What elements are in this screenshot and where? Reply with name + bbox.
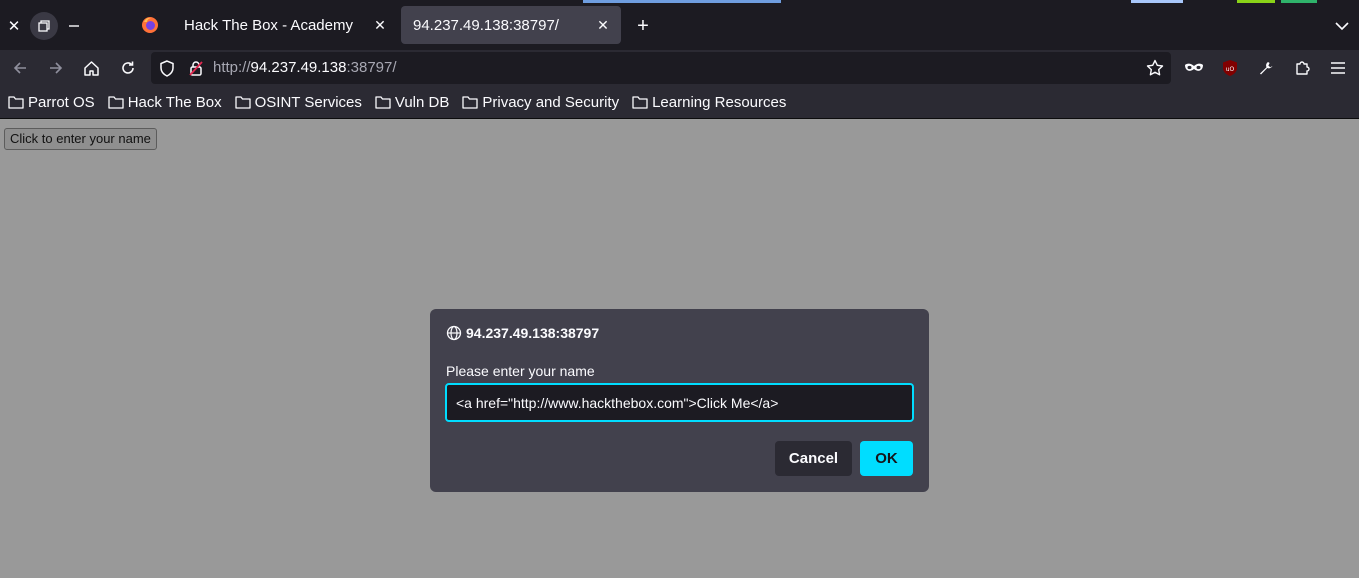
bookmark-folder-hack-the-box[interactable]: Hack The Box: [108, 94, 222, 111]
tab-strip: ✕ Hack The Box - Academy ✕ 94.237.49.138…: [0, 0, 1359, 50]
bookmark-label: Hack The Box: [127, 93, 222, 111]
svg-text:uO: uO: [1226, 66, 1235, 73]
name-input[interactable]: [445, 383, 914, 422]
reload-icon[interactable]: [114, 54, 142, 82]
folder-icon: [632, 96, 648, 109]
bookmark-label: Vuln DB: [394, 93, 450, 111]
url-scheme: http://: [213, 59, 251, 76]
cancel-button[interactable]: Cancel: [775, 441, 852, 476]
insecure-lock-icon[interactable]: [182, 54, 210, 82]
bookmark-folder-learning-resources[interactable]: Learning Resources: [632, 94, 786, 111]
extensions-puzzle-icon[interactable]: [1288, 54, 1316, 82]
window-close-icon[interactable]: ✕: [0, 12, 28, 40]
url-port: :38797/: [346, 59, 397, 76]
folder-icon: [108, 96, 124, 109]
url-host: 94.237.49.138: [250, 59, 347, 76]
tab-strip-accent-line: [1281, 0, 1317, 3]
enter-name-button[interactable]: Click to enter your name: [4, 128, 157, 150]
bookmark-star-icon[interactable]: [1141, 54, 1169, 82]
tab-title: Hack The Box - Academy: [184, 16, 353, 34]
folder-icon: [8, 96, 24, 109]
tab-hackthebox-academy[interactable]: Hack The Box - Academy ✕: [172, 6, 398, 44]
window-restore-icon[interactable]: [30, 12, 58, 40]
folder-icon: [462, 96, 479, 109]
globe-icon: [446, 325, 462, 341]
prompt-dialog: 94.237.49.138:38797 Please enter your na…: [430, 309, 929, 492]
dialog-title: 94.237.49.138:38797: [446, 325, 599, 341]
bookmark-folder-vuln-db[interactable]: Vuln DB: [375, 94, 449, 111]
tab-title: 94.237.49.138:38797/: [413, 16, 559, 34]
bookmark-folder-parrot-os[interactable]: Parrot OS: [8, 94, 95, 111]
bookmark-label: Parrot OS: [28, 93, 95, 111]
hamburger-menu-icon[interactable]: [1324, 54, 1352, 82]
developer-tools-wrench-icon[interactable]: [1252, 54, 1280, 82]
dialog-message: Please enter your name: [446, 363, 595, 379]
tab-strip-accent-line: [1237, 0, 1275, 3]
bookmark-label: Privacy and Security: [482, 93, 620, 111]
new-tab-icon[interactable]: +: [629, 12, 657, 40]
tab-close-icon[interactable]: ✕: [370, 15, 390, 35]
folder-icon: [375, 96, 391, 109]
ok-button[interactable]: OK: [860, 441, 913, 476]
forward-icon[interactable]: [42, 54, 70, 82]
bookmarks-toolbar: Parrot OS Hack The Box OSINT Services Vu…: [0, 86, 1359, 119]
home-icon[interactable]: [77, 54, 105, 82]
private-mask-icon[interactable]: [1180, 54, 1208, 82]
tab-strip-accent-line: [583, 0, 781, 3]
bookmark-label: OSINT Services: [254, 93, 362, 111]
ublock-origin-icon[interactable]: uO: [1216, 54, 1244, 82]
list-all-tabs-icon[interactable]: [1328, 12, 1356, 40]
dialog-origin: 94.237.49.138:38797: [466, 325, 600, 341]
navigation-toolbar: http://94.237.49.138:38797/ uO: [0, 50, 1359, 86]
firefox-view-tab[interactable]: [130, 6, 170, 44]
bookmark-folder-osint-services[interactable]: OSINT Services: [234, 93, 362, 111]
tab-strip-accent-line: [1131, 0, 1183, 3]
window-minimize-icon[interactable]: [60, 12, 88, 40]
url-bar[interactable]: http://94.237.49.138:38797/: [151, 52, 1171, 84]
firefox-icon: [142, 17, 158, 33]
folder-icon: [234, 96, 251, 109]
tracking-protection-shield-icon[interactable]: [153, 54, 181, 82]
bookmark-label: Learning Resources: [652, 93, 787, 111]
url-text: http://94.237.49.138:38797/: [213, 59, 397, 76]
tab-close-icon[interactable]: ✕: [593, 15, 613, 35]
back-icon[interactable]: [6, 54, 34, 82]
bookmark-folder-privacy-and-security[interactable]: Privacy and Security: [462, 94, 619, 111]
tab-current-page[interactable]: 94.237.49.138:38797/ ✕: [401, 6, 621, 44]
